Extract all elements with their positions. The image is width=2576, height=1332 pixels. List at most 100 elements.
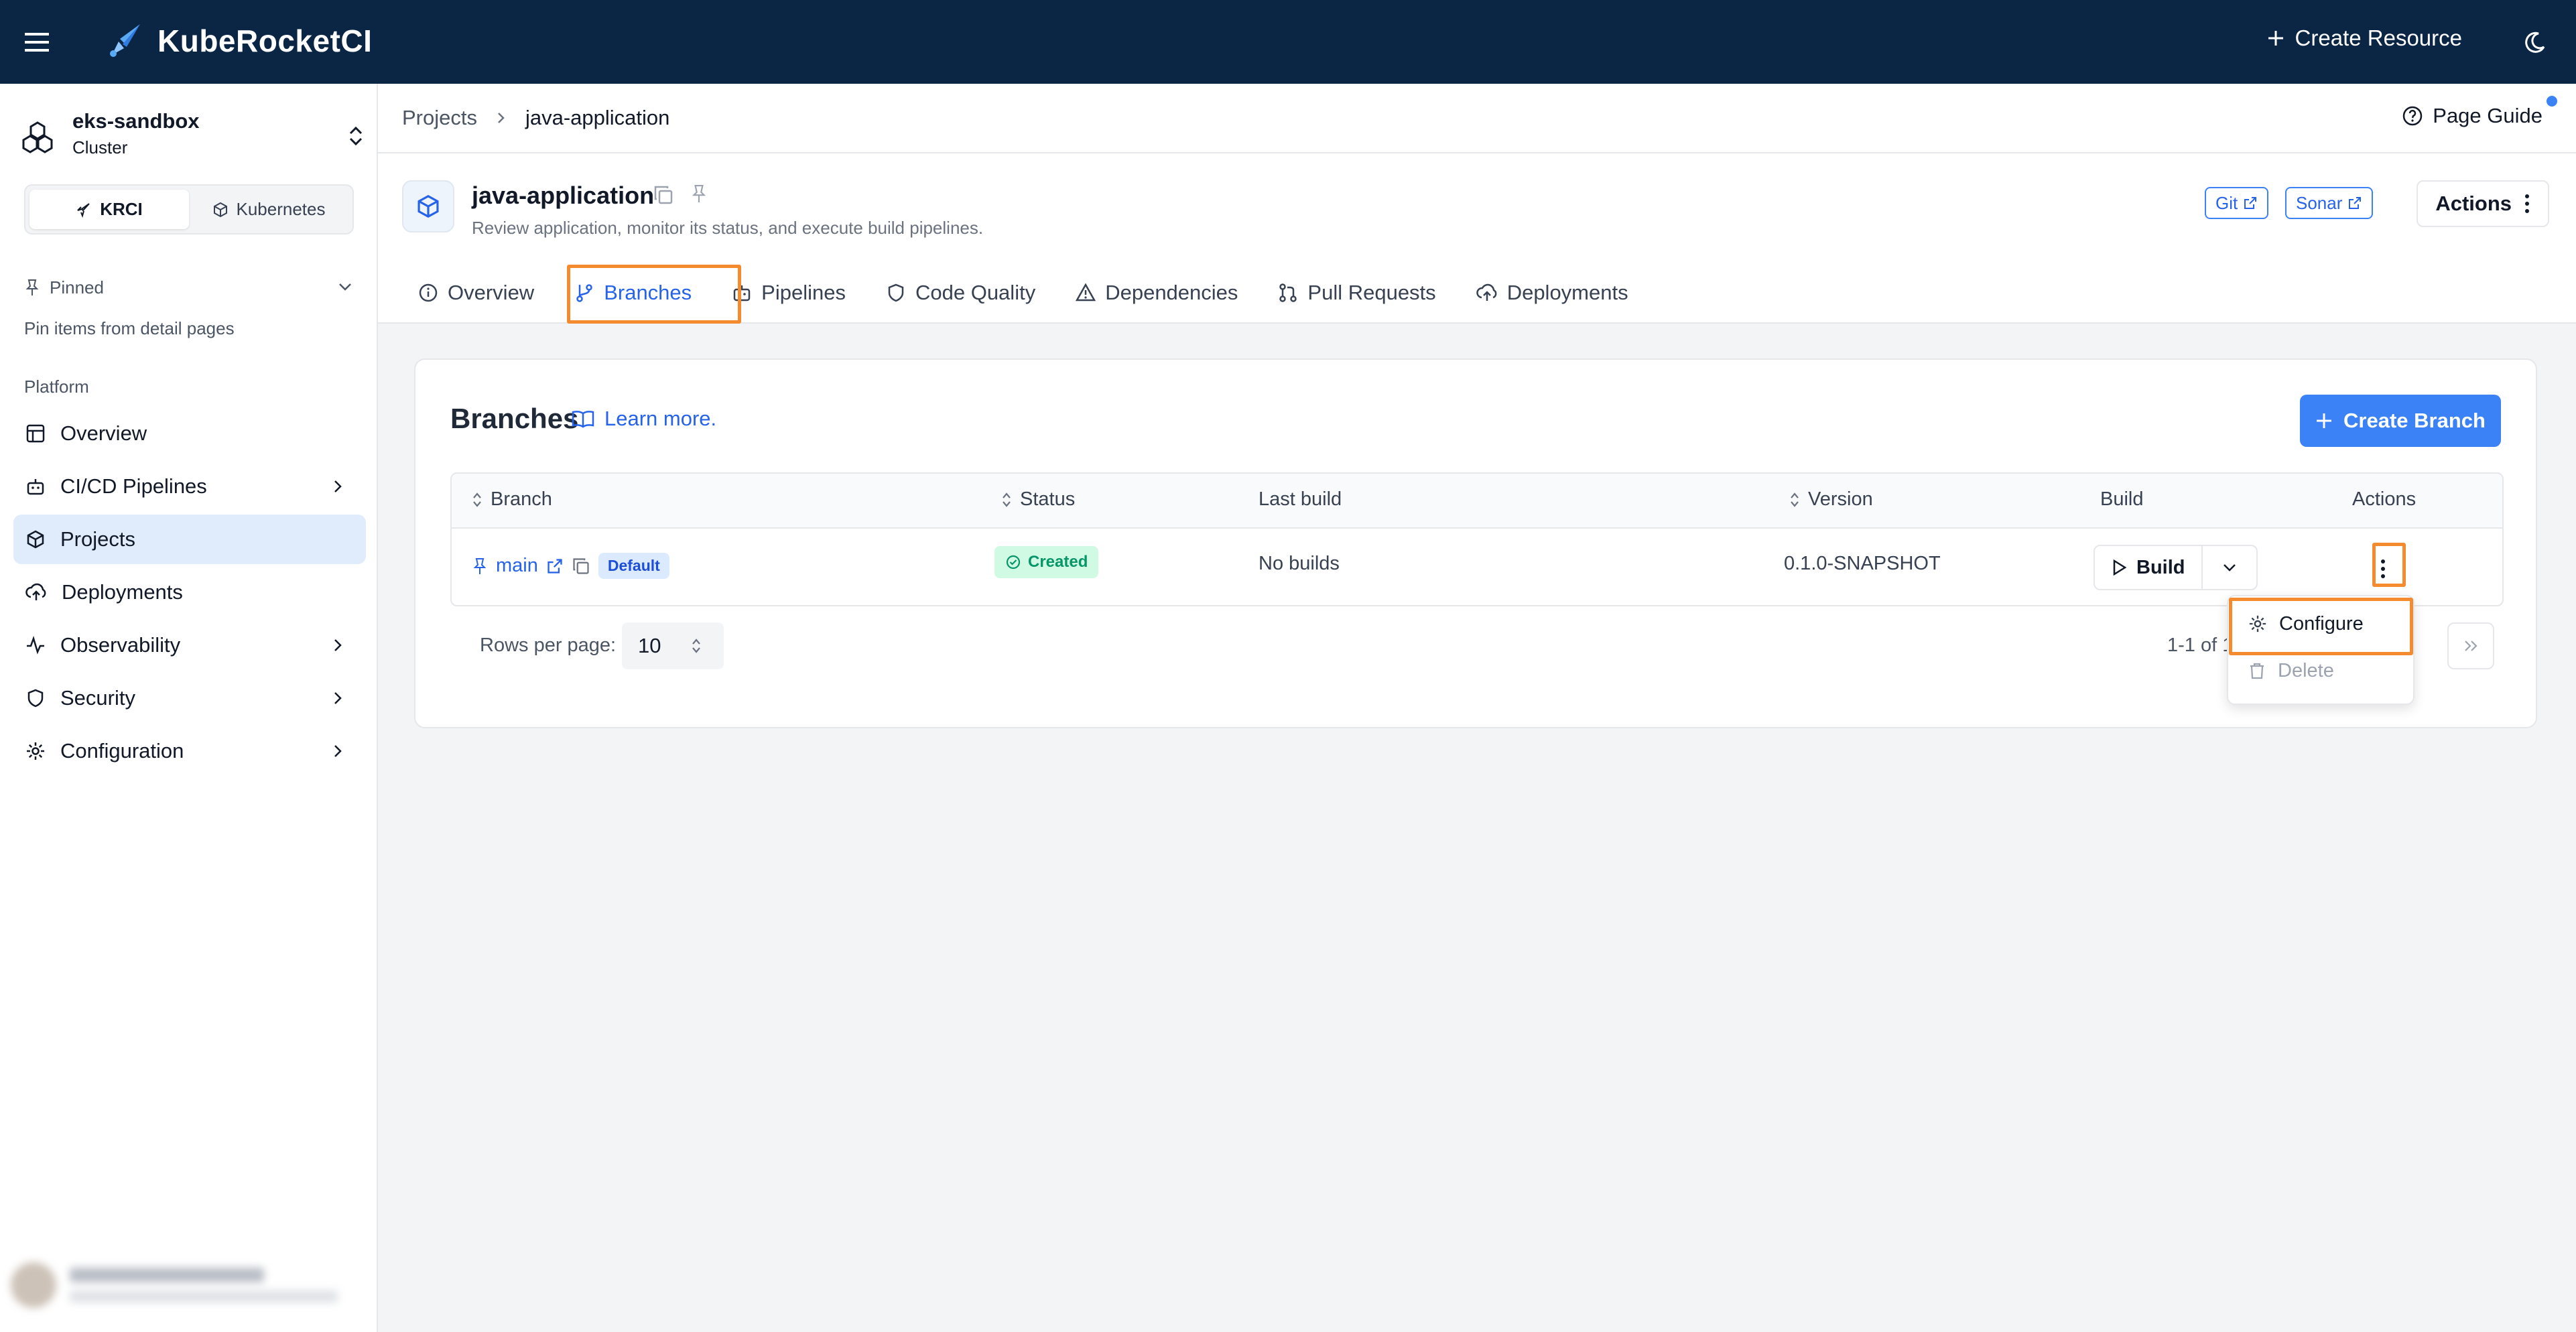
sidebar-item-overview[interactable]: Overview [13, 409, 366, 458]
project-actions-button[interactable]: Actions [2417, 180, 2549, 227]
cluster-switcher[interactable]: eks-sandbox Cluster [19, 109, 367, 163]
build-options-dropdown[interactable] [2203, 546, 2256, 589]
create-branch-label: Create Branch [2343, 409, 2486, 432]
box-icon [27, 530, 44, 549]
column-branch[interactable]: Branch [472, 488, 552, 511]
column-label: Branch [491, 488, 552, 510]
breadcrumb-projects-link[interactable]: Projects [402, 106, 477, 130]
menu-item-delete[interactable]: Delete [2234, 649, 2410, 693]
git-link[interactable]: Git [2205, 187, 2269, 219]
tab-label: Branches [604, 281, 692, 304]
tab-pull-requests[interactable]: Pull Requests [1258, 263, 1456, 323]
cluster-type-label: Cluster [72, 137, 128, 157]
build-button[interactable]: Build [2095, 546, 2203, 589]
breadcrumb-current: java-application [525, 106, 670, 129]
app-name: KubeRocketCI [157, 23, 373, 58]
branches-table: Branch Status Last build Version Build A… [450, 472, 2504, 606]
pinned-hint: Pin items from detail pages [24, 318, 235, 338]
project-tabs: Overview Branches Pipelines Code Quality… [398, 263, 1649, 323]
column-last-build: Last build [1259, 488, 1342, 511]
pinned-section-toggle[interactable]: Pinned [24, 273, 354, 302]
sort-icon [1791, 492, 1799, 507]
pin-project-button[interactable] [690, 183, 708, 208]
rocket-logo-icon [110, 24, 140, 57]
create-branch-button[interactable]: Create Branch [2300, 395, 2501, 447]
user-profile-blurred[interactable] [11, 1255, 366, 1315]
sidebar-item-cicd-pipelines[interactable]: CI/CD Pipelines [13, 462, 366, 511]
rows-per-page-select[interactable]: 10 [622, 622, 724, 669]
sidebar-item-label: CI/CD Pipelines [60, 474, 207, 498]
project-icon [402, 180, 454, 232]
help-circle-icon [2403, 106, 2423, 126]
sonar-link[interactable]: Sonar [2285, 187, 2374, 219]
breadcrumb: Projects java-application Page Guide [378, 84, 2576, 153]
pin-icon [692, 185, 706, 202]
copy-name-button[interactable] [653, 184, 674, 209]
create-resource-button[interactable]: Create Resource [2267, 25, 2462, 51]
tab-overview[interactable]: Overview [398, 263, 554, 323]
sidebar-item-label: Configuration [60, 739, 184, 762]
branch-name-link[interactable]: main [496, 555, 538, 577]
tab-deployments[interactable]: Deployments [1456, 263, 1649, 323]
version-cell: 0.1.0-SNAPSHOT [1784, 553, 1941, 574]
shield-icon [27, 689, 44, 708]
page-guide-button[interactable]: Page Guide [2402, 104, 2542, 128]
mode-tab-label: Kubernetes [236, 199, 326, 219]
actions-label: Actions [2435, 192, 2512, 215]
sidebar-item-security[interactable]: Security [13, 673, 366, 723]
row-actions-button[interactable] [2370, 554, 2396, 584]
theme-toggle-button[interactable] [2520, 27, 2551, 58]
column-status[interactable]: Status [1001, 488, 1075, 511]
copy-icon[interactable] [572, 557, 590, 576]
notification-dot [2547, 96, 2557, 107]
sidebar-item-observability[interactable]: Observability [13, 620, 366, 670]
external-link-icon[interactable] [546, 557, 564, 575]
cloud-upload-icon [1476, 283, 1497, 301]
mode-tab-kubernetes[interactable]: Kubernetes [189, 190, 348, 229]
sidebar-item-label: Observability [60, 633, 181, 657]
sonar-link-label: Sonar [2296, 192, 2343, 213]
sidebar-item-configuration[interactable]: Configuration [13, 726, 366, 776]
shield-icon [888, 283, 904, 302]
menu-item-configure[interactable]: Configure [2234, 602, 2410, 646]
chevron-right-icon [334, 745, 342, 757]
cluster-icon [22, 121, 53, 153]
mode-tab-krci[interactable]: KRCI [29, 190, 189, 229]
sidebar-item-label: Security [60, 686, 135, 710]
chevron-right-icon [334, 639, 342, 651]
tab-dependencies[interactable]: Dependencies [1055, 263, 1258, 323]
sidebar-item-label: Overview [60, 421, 147, 445]
menu-item-label: Configure [2279, 612, 2364, 635]
info-icon [419, 283, 438, 302]
tab-pipelines[interactable]: Pipelines [712, 263, 866, 323]
create-resource-label: Create Resource [2295, 25, 2462, 50]
warning-triangle-icon [1076, 283, 1096, 302]
next-page-button[interactable] [2447, 622, 2494, 669]
tab-branches[interactable]: Branches [554, 263, 712, 323]
row-actions-menu: Configure Delete [2227, 595, 2414, 705]
status-text: Created [1028, 553, 1088, 571]
column-version[interactable]: Version [1789, 488, 1873, 511]
build-label: Build [2136, 556, 2185, 578]
moon-icon [2525, 31, 2545, 53]
tab-label: Pull Requests [1307, 281, 1436, 304]
avatar [11, 1262, 56, 1308]
plus-icon [2317, 413, 2332, 428]
tab-code-quality[interactable]: Code Quality [866, 263, 1055, 323]
tab-label: Deployments [1506, 281, 1628, 304]
sidebar-item-projects[interactable]: Projects [13, 515, 366, 564]
learn-more-label: Learn more. [604, 407, 717, 430]
column-label: Version [1808, 488, 1873, 510]
app-logo[interactable]: KubeRocketCI [104, 20, 372, 62]
copy-icon [654, 186, 673, 204]
column-label: Actions [2352, 488, 2417, 510]
learn-more-link[interactable]: Learn more. [571, 407, 716, 431]
branches-card: Branches Learn more. Create Branch Branc… [414, 358, 2537, 728]
pin-icon[interactable] [472, 557, 488, 576]
tab-label: Pipelines [761, 281, 846, 304]
sidebar: eks-sandbox Cluster KRCI Kubernetes Pinn… [0, 84, 378, 1332]
sidebar-item-deployments[interactable]: Deployments [13, 568, 366, 617]
sidebar-item-label: Projects [60, 527, 135, 551]
hamburger-menu-button[interactable] [20, 25, 54, 59]
project-description: Review application, monitor its status, … [472, 218, 984, 238]
